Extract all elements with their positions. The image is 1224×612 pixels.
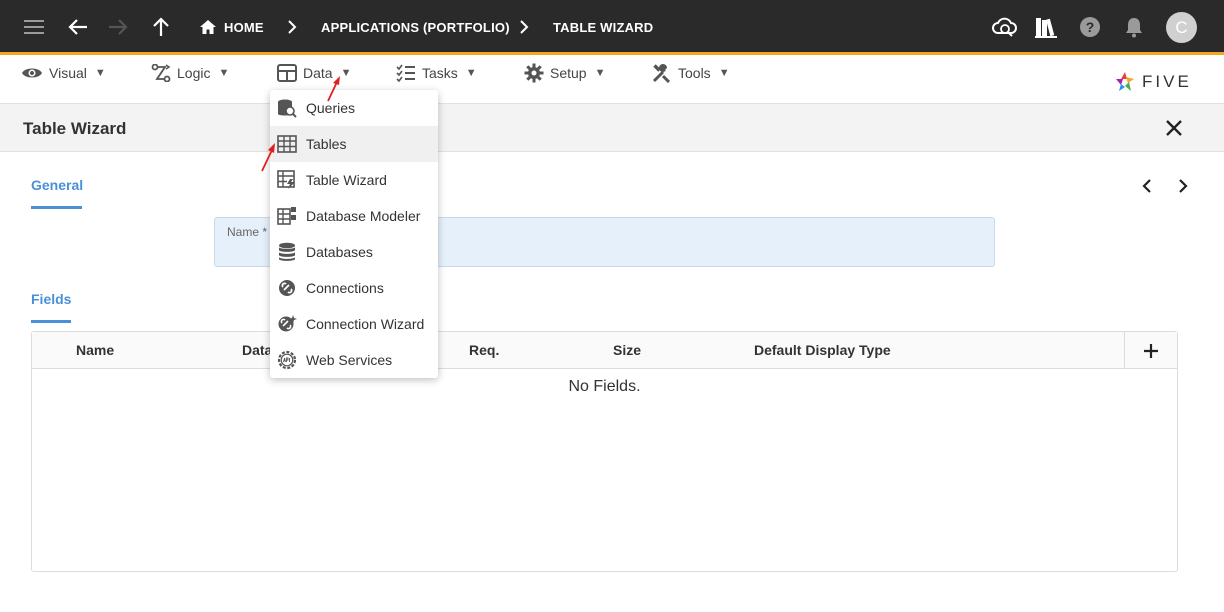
checklist-icon (396, 64, 415, 82)
dropdown-item-database-modeler[interactable]: Database Modeler (270, 198, 438, 234)
connection-wizard-icon (276, 313, 298, 335)
connections-icon (276, 277, 298, 299)
five-logo-text: FIVE (1142, 72, 1192, 91)
column-header-size[interactable]: Size (613, 342, 641, 358)
tab-fields-underline (31, 320, 71, 323)
dropdown-item-label: Table Wizard (306, 172, 387, 188)
plus-icon (1144, 343, 1158, 358)
data-dropdown-menu: Queries Tables Table Wizard Database Mod… (270, 90, 438, 378)
svg-text:?: ? (1086, 19, 1095, 35)
column-header-data-type[interactable]: Data (242, 342, 272, 358)
previous-record-icon[interactable] (1138, 176, 1158, 196)
menu-tasks-label: Tasks (422, 65, 458, 81)
dropdown-item-connection-wizard[interactable]: Connection Wizard (270, 306, 438, 342)
dropdown-item-databases[interactable]: Databases (270, 234, 438, 270)
menu-logic[interactable]: Logic ▼ (151, 63, 229, 83)
name-field-label: Name * (227, 225, 268, 239)
five-logo: FIVE (1114, 70, 1192, 94)
five-logo-mark-icon (1116, 72, 1134, 91)
back-arrow-icon[interactable] (67, 16, 89, 38)
column-header-default-display-type[interactable]: Default Display Type (754, 342, 891, 358)
tab-general-underline (31, 206, 82, 209)
menu-logic-label: Logic (177, 65, 211, 81)
notifications-bell-icon[interactable] (1123, 16, 1145, 38)
hamburger-menu-icon[interactable] (23, 16, 45, 38)
tools-icon (652, 64, 671, 83)
form-header: Table Wizard (0, 104, 1224, 152)
gear-icon (524, 63, 544, 83)
menu-visual-label: Visual (49, 65, 87, 81)
menu-caret: ▼ (218, 67, 230, 79)
menu-tools-label: Tools (678, 65, 711, 81)
page-title: Table Wizard (23, 119, 127, 138)
close-icon[interactable] (1163, 117, 1185, 139)
dropdown-item-tables[interactable]: Tables (270, 126, 438, 162)
menu-caret: ▼ (94, 67, 106, 79)
main-menu-bar: Visual ▼ Logic ▼ Data ▼ Tasks ▼ Setup ▼ … (0, 55, 1224, 104)
menu-caret: ▼ (594, 67, 606, 79)
empty-table-message: No Fields. (568, 378, 641, 395)
column-header-name[interactable]: Name (76, 342, 114, 358)
dropdown-item-label: Connection Wizard (306, 316, 425, 332)
database-modeler-icon (276, 205, 298, 227)
dropdown-item-table-wizard[interactable]: Table Wizard (270, 162, 438, 198)
menu-setup[interactable]: Setup ▼ (524, 63, 605, 83)
table-grid-icon (277, 64, 297, 82)
database-icon (276, 241, 298, 263)
breadcrumb-home[interactable]: HOME (224, 20, 264, 35)
tab-general[interactable]: General (31, 177, 83, 193)
menu-caret: ▼ (465, 67, 477, 79)
home-icon[interactable] (197, 16, 219, 38)
dropdown-item-connections[interactable]: Connections (270, 270, 438, 306)
column-header-required[interactable]: Req. (469, 342, 499, 358)
annotation-arrow-tables-item (261, 143, 275, 172)
dropdown-item-label: Connections (306, 280, 384, 296)
menu-setup-label: Setup (550, 65, 587, 81)
table-header-row: Name Data Req. Size Default Display Type (32, 332, 1177, 369)
dropdown-item-queries[interactable]: Queries (270, 90, 438, 126)
help-icon[interactable]: ? (1079, 16, 1101, 38)
query-db-icon (276, 97, 298, 119)
tab-fields[interactable]: Fields (31, 291, 71, 307)
menu-tools[interactable]: Tools ▼ (652, 63, 730, 83)
chevron-right-icon (513, 16, 535, 38)
dropdown-item-web-services[interactable]: Web Services (270, 342, 438, 378)
web-services-icon (276, 349, 298, 371)
breadcrumb-applications[interactable]: APPLICATIONS (PORTFOLIO) (321, 20, 510, 35)
menu-tasks[interactable]: Tasks ▼ (396, 63, 477, 83)
next-record-icon[interactable] (1172, 176, 1192, 196)
user-avatar[interactable]: C (1166, 12, 1197, 43)
annotation-arrow-data-menu (327, 76, 340, 102)
cloud-sync-icon[interactable] (991, 16, 1017, 38)
dropdown-item-label: Database Modeler (306, 208, 421, 224)
logic-icon (151, 64, 171, 82)
menu-caret: ▼ (718, 67, 730, 79)
library-books-icon[interactable] (1033, 16, 1059, 38)
menu-visual[interactable]: Visual ▼ (21, 63, 106, 83)
chevron-right-icon (281, 16, 303, 38)
forward-arrow-icon[interactable] (107, 16, 129, 38)
top-bar: HOME APPLICATIONS (PORTFOLIO) TABLE WIZA… (0, 0, 1224, 55)
breadcrumb-table-wizard: TABLE WIZARD (553, 20, 654, 35)
dropdown-item-label: Tables (306, 136, 347, 152)
fields-table: Name Data Req. Size Default Display Type… (31, 331, 1178, 572)
dropdown-item-label: Web Services (306, 352, 393, 368)
eye-icon (22, 68, 42, 78)
dropdown-item-label: Databases (306, 244, 373, 260)
up-arrow-icon[interactable] (150, 16, 172, 38)
add-field-button[interactable] (1124, 332, 1177, 369)
